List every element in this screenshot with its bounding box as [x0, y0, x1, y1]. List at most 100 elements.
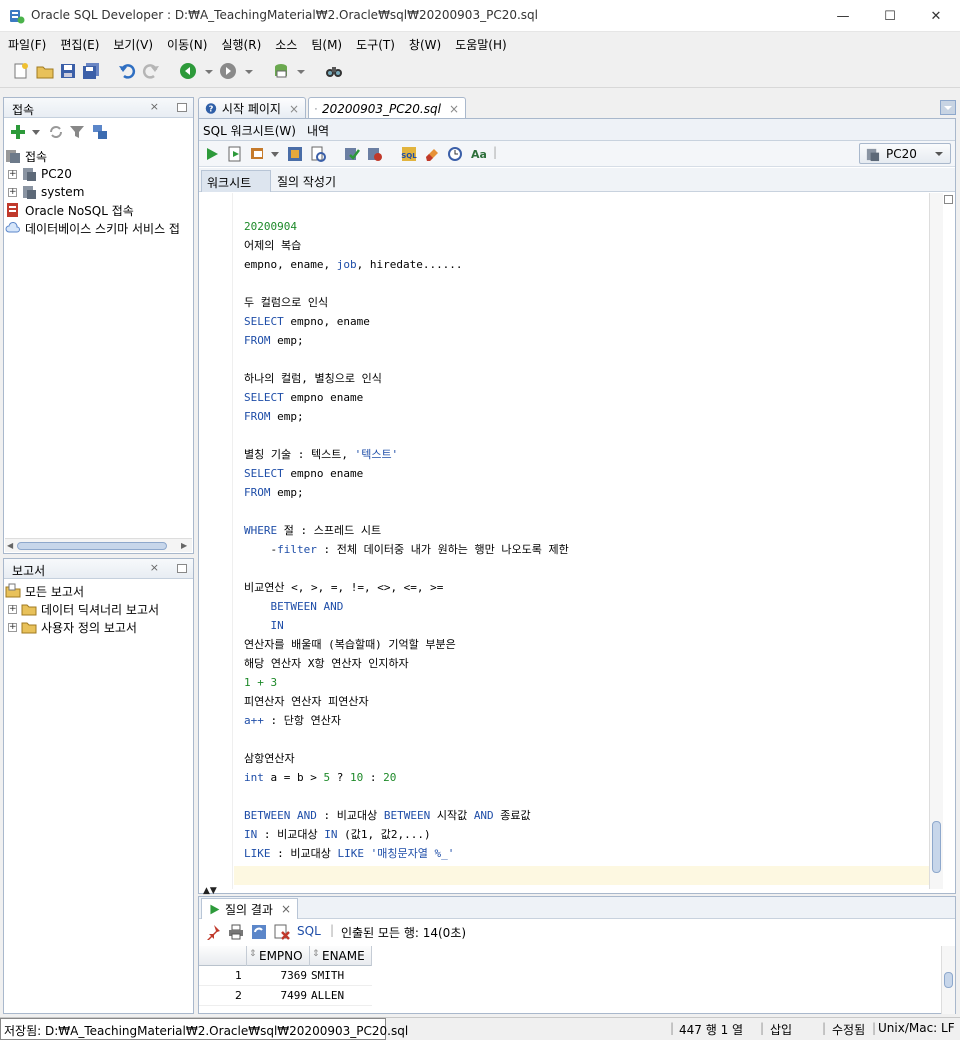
cell-empno[interactable]: 7499	[257, 989, 308, 1002]
editor-vertical-scrollbar[interactable]	[929, 193, 943, 889]
code-line[interactable]: 하나의 컬럼, 별칭으로 인식	[244, 369, 382, 388]
tab-close[interactable]: ×	[449, 102, 459, 116]
tab-sql-worksheet[interactable]: SQL 워크시트(W)	[203, 122, 296, 139]
tab-list-dropdown[interactable]	[940, 100, 956, 115]
tab-history[interactable]: 내역	[307, 122, 329, 139]
table-row[interactable]: 2 7499 ALLEN	[199, 986, 372, 1006]
reports-panel-close[interactable]: ×	[150, 561, 159, 574]
sql-dropdown-icon[interactable]	[292, 62, 310, 80]
code-line[interactable]: 비교연산 <, >, =, !=, <>, <=, >=	[244, 578, 443, 597]
sql-monitor-icon[interactable]	[447, 146, 463, 162]
scrollbar-thumb[interactable]	[944, 972, 953, 988]
menu-edit[interactable]: 편집(E)	[60, 36, 99, 53]
clear-eraser-icon[interactable]	[424, 146, 440, 162]
cancel-query-icon[interactable]	[274, 924, 290, 940]
splitter-arrows-icon[interactable]: ▲▼	[203, 886, 217, 896]
code-line[interactable]: FROM emp;	[244, 331, 304, 350]
tab-query-builder[interactable]: 질의 작성기	[277, 173, 336, 190]
sql-link[interactable]: SQL	[297, 924, 321, 938]
sort-icon[interactable]: ⇕	[312, 949, 320, 959]
nosql-connections[interactable]: Oracle NoSQL 접속	[5, 201, 134, 219]
sql-connection-icon[interactable]	[272, 62, 290, 80]
connections-root[interactable]: 접속	[5, 147, 47, 165]
code-line[interactable]: 두 컬럼으로 인식	[244, 293, 328, 312]
scrollbar-thumb[interactable]	[932, 821, 941, 873]
expand-icon[interactable]: +	[8, 169, 17, 179]
binoculars-icon[interactable]	[325, 62, 343, 80]
run-statement-icon[interactable]	[204, 146, 220, 162]
code-line[interactable]: 어제의 복습	[244, 236, 301, 255]
code-line[interactable]: SELECT empno, ename	[244, 312, 370, 331]
cell-empno[interactable]: 7369	[257, 969, 308, 982]
menu-navigate[interactable]: 이동(N)	[167, 36, 207, 53]
tab-start-page[interactable]: ? 시작 페이지 ×	[198, 97, 306, 119]
code-line[interactable]: 연산자를 배울때 (복습할때) 기억할 부분은	[244, 635, 456, 654]
tab-worksheet[interactable]: 워크시트	[201, 170, 271, 192]
refresh-icon[interactable]	[48, 124, 64, 140]
autotrace-dropdown-icon[interactable]	[270, 149, 280, 159]
minimize-button[interactable]: —	[820, 0, 866, 32]
menu-view[interactable]: 보기(V)	[113, 36, 153, 53]
result-grid[interactable]: ⇕ EMPNO ⇕ ENAME 1 7369 SMITH 2 7499 ALLE…	[199, 946, 941, 1014]
sql-history-icon[interactable]: SQL	[401, 146, 417, 162]
code-line[interactable]: FROM emp;	[244, 483, 304, 502]
horizontal-scrollbar[interactable]: ◀ ▶	[5, 538, 192, 552]
tab-close[interactable]: ×	[281, 902, 291, 916]
back-dropdown-icon[interactable]	[200, 62, 218, 80]
tab-query-result[interactable]: 질의 결과 ×	[201, 898, 299, 919]
code-line[interactable]: SELECT empno ename	[244, 388, 363, 407]
user-defined-reports[interactable]: + 사용자 정의 보고서	[8, 618, 137, 636]
maximize-button[interactable]: ☐	[867, 0, 913, 32]
menu-help[interactable]: 도움말(H)	[455, 36, 507, 53]
minimize-panel-icon[interactable]	[177, 564, 187, 573]
filter-icon[interactable]	[69, 124, 85, 140]
minimize-panel-icon[interactable]	[177, 103, 187, 112]
code-line[interactable]: SELECT empno ename	[244, 464, 363, 483]
expand-icon[interactable]: +	[8, 622, 17, 632]
forward-dropdown-icon[interactable]	[240, 62, 258, 80]
code-line[interactable]: IN	[244, 616, 284, 635]
forward-icon[interactable]	[219, 62, 237, 80]
expand-icon[interactable]: +	[8, 604, 17, 614]
table-row[interactable]: 1 7369 SMITH	[199, 966, 372, 986]
all-reports[interactable]: 모든 보고서	[5, 582, 84, 600]
menu-file[interactable]: 파일(F)	[8, 36, 46, 53]
connection-select[interactable]: PC20	[859, 143, 951, 164]
code-line[interactable]: BETWEEN AND	[244, 597, 344, 616]
code-line[interactable]: 20200904	[244, 217, 297, 236]
redo-icon[interactable]	[142, 62, 160, 80]
scroll-left-icon[interactable]: ◀	[7, 541, 13, 550]
data-dictionary-reports[interactable]: + 데이터 딕셔너리 보고서	[8, 600, 159, 618]
expand-icon[interactable]: +	[8, 187, 17, 197]
code-line[interactable]: 피연산자 연산자 피연산자	[244, 692, 369, 711]
menu-team[interactable]: 팀(M)	[311, 36, 342, 53]
tab-close[interactable]: ×	[289, 102, 299, 116]
rollback-icon[interactable]	[367, 146, 383, 162]
code-line[interactable]: 1 + 3	[244, 673, 277, 692]
code-editor[interactable]: 20200904 어제의 복습 empno, ename, job, hiredat…	[199, 193, 931, 889]
cell-ename[interactable]: SMITH	[311, 969, 344, 982]
code-line[interactable]: 삼항연산자	[244, 749, 295, 768]
code-line[interactable]: int a = b > 5 ? 10 : 20	[244, 768, 396, 787]
connection-item-system[interactable]: + system	[8, 183, 84, 201]
code-line[interactable]: FROM emp;	[244, 407, 304, 426]
save-all-icon[interactable]	[82, 62, 100, 80]
connections-panel-close[interactable]: ×	[150, 100, 159, 113]
code-line[interactable]: empno, ename, job, hiredate......	[244, 255, 463, 274]
commit-icon[interactable]	[344, 146, 360, 162]
code-line[interactable]: WHERE 절 : 스프레드 시트	[244, 521, 381, 540]
add-connection-icon[interactable]	[10, 124, 26, 140]
close-window-button[interactable]: ✕	[913, 0, 959, 32]
sort-icon[interactable]: ⇕	[249, 949, 257, 959]
menu-run[interactable]: 실행(R)	[221, 36, 261, 53]
menu-source[interactable]: 소스	[275, 36, 297, 53]
scrollbar-thumb[interactable]	[17, 542, 167, 550]
new-file-icon[interactable]	[12, 62, 30, 80]
code-line[interactable]: a++ : 단항 연산자	[244, 711, 341, 730]
add-connection-dropdown-icon[interactable]	[31, 127, 41, 137]
run-script-icon[interactable]	[227, 146, 243, 162]
menu-tools[interactable]: 도구(T)	[356, 36, 395, 53]
grid-vertical-scrollbar[interactable]	[941, 946, 955, 1014]
column-header-ename[interactable]: ⇕ ENAME	[310, 946, 372, 966]
refresh-icon[interactable]	[251, 924, 267, 940]
